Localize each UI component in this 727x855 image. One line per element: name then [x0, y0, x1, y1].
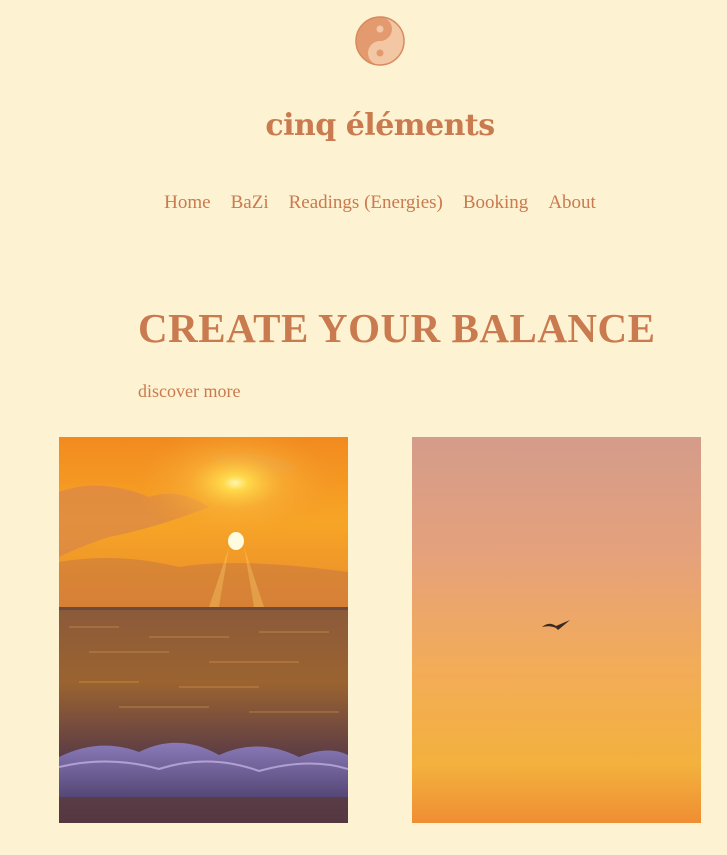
nav-item-home[interactable]: Home: [164, 192, 210, 214]
hero-headline: CREATE YOUR BALANCE: [138, 305, 656, 351]
sunset-sea-image: [59, 437, 348, 823]
site-title[interactable]: cinq éléments: [0, 108, 727, 143]
nav-item-readings[interactable]: Readings (Energies): [289, 192, 443, 214]
yin-yang-icon: [355, 16, 405, 66]
discover-more-link[interactable]: discover more: [138, 381, 240, 402]
main-nav: Home BaZi Readings (Energies) Booking Ab…: [0, 192, 727, 214]
logo[interactable]: [355, 16, 405, 66]
nav-item-bazi[interactable]: BaZi: [231, 192, 269, 214]
nav-item-booking[interactable]: Booking: [463, 192, 528, 214]
nav-item-about[interactable]: About: [548, 192, 596, 214]
seagull-sky-image: [412, 437, 701, 823]
